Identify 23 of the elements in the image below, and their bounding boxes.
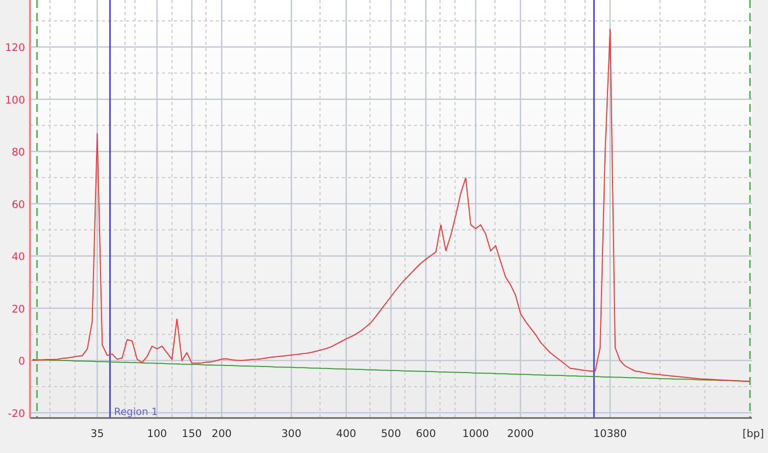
y-tick-label: 40 [12,251,25,264]
y-tick-label: 120 [4,42,25,54]
x-tick-label: 35 [90,428,104,440]
x-tick-label: 2000 [507,428,534,440]
x-tick-label: 200 [212,428,232,440]
region-marker-line[interactable] [593,0,595,418]
x-tick-label: 10380 [593,428,627,440]
region-marker-line[interactable] [109,0,111,418]
x-tick-label: 150 [182,428,202,440]
y-tick-label: 80 [12,146,25,159]
y-tick-label: 60 [12,198,25,211]
x-tick-label: 1000 [462,428,490,440]
x-tick-label: 600 [416,428,436,440]
region-label: Region 1 [114,407,158,418]
x-tick-label: 300 [281,428,302,440]
y-tick-label: -20 [8,408,25,420]
x-tick-label: 100 [146,428,167,440]
x-tick-label: 400 [336,428,356,440]
y-tick-label: 100 [4,94,25,106]
axis-unit-label: [bp] [742,428,764,440]
x-tick-label: 500 [380,428,402,440]
y-tick-label: 20 [12,303,25,316]
y-tick-label: 0 [18,356,25,368]
